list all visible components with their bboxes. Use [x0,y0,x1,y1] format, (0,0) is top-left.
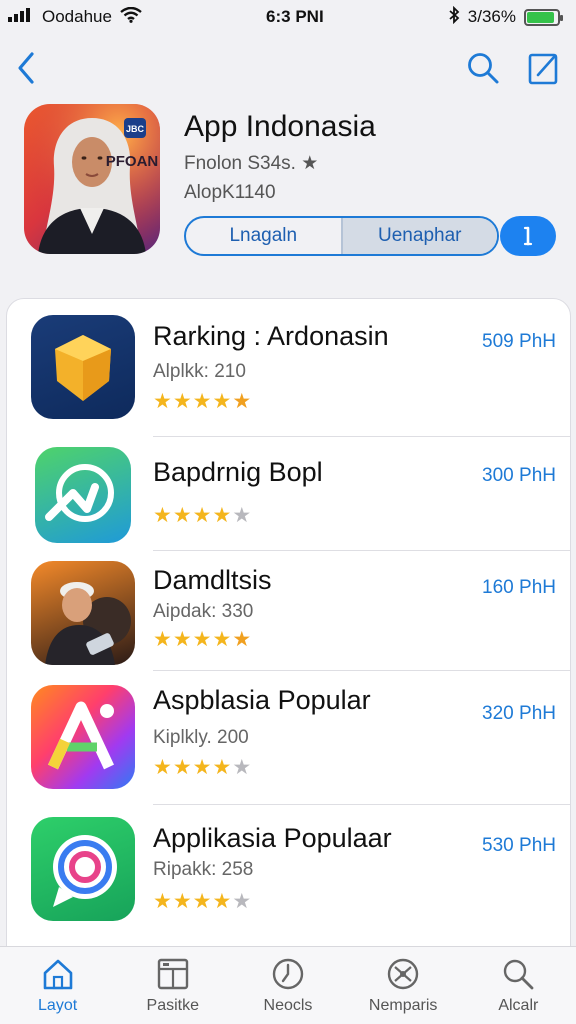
segment-option-1[interactable]: Lnagaln [186,218,341,254]
star-icon: ★ [212,390,233,413]
app-title: Bapdrnig Bopl [153,457,323,487]
list-item[interactable]: Rarking : Ardonasin Alplkk: 210 ★★★★★ 50… [7,299,570,437]
list-item[interactable]: Bapdrnig Bopl ★★★★★ 300 PhH [7,437,570,551]
status-bar: Oodahue 6:3 PNI 3/36% [0,0,576,34]
carrier-label: Oodahue [42,7,112,26]
tab-nemparis[interactable]: Nemparis [348,957,458,1015]
app-subtitle: Aipdak: 330 [153,601,254,622]
star-icon: ★ [192,628,213,651]
signal-icon [8,7,34,27]
page-title: App Indonasia [184,110,376,143]
svg-text:JBC: JBC [126,124,145,134]
tab-neocls[interactable]: Neocls [233,957,343,1015]
green-phone-arrow-icon [35,447,131,543]
star-icon: ★ [153,504,173,527]
star-rating: ★★★★★ [153,503,252,528]
tab-bar: Layot Pasitke Neocls Nemparis Alcalr [0,946,576,1024]
chat-bubble-icon [31,817,135,921]
tab-label: Neocls [263,997,313,1014]
app-list: Rarking : Ardonasin Alplkk: 210 ★★★★★ 50… [6,298,571,948]
star-rating: ★★★★★ [153,627,252,652]
status-time: 6:3 PNI [266,7,324,26]
star-icon: ★ [153,628,173,651]
star-icon: ★ [232,756,253,779]
star-rating: ★★★★★ [153,889,252,914]
list-item[interactable]: Aspblasia Popular Kiplkly. 200 ★★★★★ 320… [7,671,570,805]
chevron-left-icon [18,52,34,84]
app-title: Rarking : Ardonasin [153,321,389,351]
star-icon: ★ [172,890,193,913]
battery-level [526,11,554,23]
app-title: Applikasia Populaar [153,823,392,853]
search-icon [504,959,534,990]
tab-label: Alcalr [498,997,539,1014]
star-icon: ★ [192,504,213,527]
app-subtitle: Kiplkly. 200 [153,727,249,748]
star-icon: ★ [192,390,213,413]
star-icon: ★ [153,890,173,913]
app-subtitle: Alplkk: 210 [153,361,246,382]
battery-percent: 3/36% [467,7,516,26]
star-icon: ★ [212,756,233,779]
header-subtitle-2: AlopK1140 [184,182,276,203]
app-header: JBC PFOAN App Indonasia Fnolon S34s. ★ A… [24,104,556,264]
star-icon: ★ [232,628,253,651]
home-icon [43,959,72,990]
compass-icon [387,958,419,990]
tab-label: Pasitke [146,997,200,1014]
svg-text:PFOAN: PFOAN [106,153,159,170]
tab-label: Layot [38,997,78,1014]
app-title: Damdltsis [153,565,272,595]
app-subtitle: Ripakk: 258 [153,859,254,880]
back-button[interactable] [16,51,36,85]
app-title: Aspblasia Popular [153,685,371,715]
yellow-cube-icon [31,315,135,419]
star-icon: ★ [153,390,173,413]
star-icon: ★ [172,504,193,527]
star-icon: ★ [192,756,213,779]
app-price[interactable]: 509 PhH [482,331,556,353]
list-item[interactable]: Damdltsis Aipdak: 330 ★★★★★ 160 PhH [7,551,570,671]
star-icon: ★ [172,390,193,413]
gradient-a-letter-icon [31,685,135,789]
wifi-icon [120,6,142,28]
compose-icon [528,53,558,85]
star-icon: ★ [192,890,213,913]
nav-bar [0,40,576,96]
app-price[interactable]: 300 PhH [482,465,556,487]
star-rating: ★★★★★ [153,389,252,414]
app-price[interactable]: 160 PhH [482,577,556,599]
list-item[interactable]: Applikasia Populaar Ripakk: 258 ★★★★★ 53… [7,805,570,947]
battery-icon [523,8,563,26]
star-icon: ★ [153,756,173,779]
search-button[interactable] [466,51,500,85]
grid-icon [157,958,188,990]
star-icon: ★ [232,504,253,527]
featured-app-icon[interactable]: JBC PFOAN [24,104,160,254]
star-rating: ★★★★★ [153,755,252,780]
bluetooth-icon [448,5,460,29]
star-icon: ★ [232,890,253,913]
star-icon: ★ [172,628,193,651]
star-icon: ★ [212,628,233,651]
star-icon: ★ [212,504,233,527]
star-icon: ★ [212,890,233,913]
star-icon: ★ [232,390,253,413]
info-icon [523,226,533,246]
app-price[interactable]: 530 PhH [482,835,556,857]
info-button[interactable] [500,216,556,256]
search-icon [468,53,499,84]
tab-pasitke[interactable]: Pasitke [118,957,228,1015]
compose-button[interactable] [528,51,560,85]
header-subtitle: Fnolon S34s. ★ [184,153,319,174]
tab-layot[interactable]: Layot [3,957,113,1015]
clock-icon [272,958,304,990]
man-portrait-icon [31,561,135,665]
app-price[interactable]: 320 PhH [482,703,556,725]
tab-label: Nemparis [368,997,438,1014]
segment-option-2[interactable]: Uenaphar [340,218,497,254]
star-icon: ★ [172,756,193,779]
tab-alcalr[interactable]: Alcalr [463,957,573,1015]
segmented-control: Lnagaln Uenaphar [184,216,499,256]
